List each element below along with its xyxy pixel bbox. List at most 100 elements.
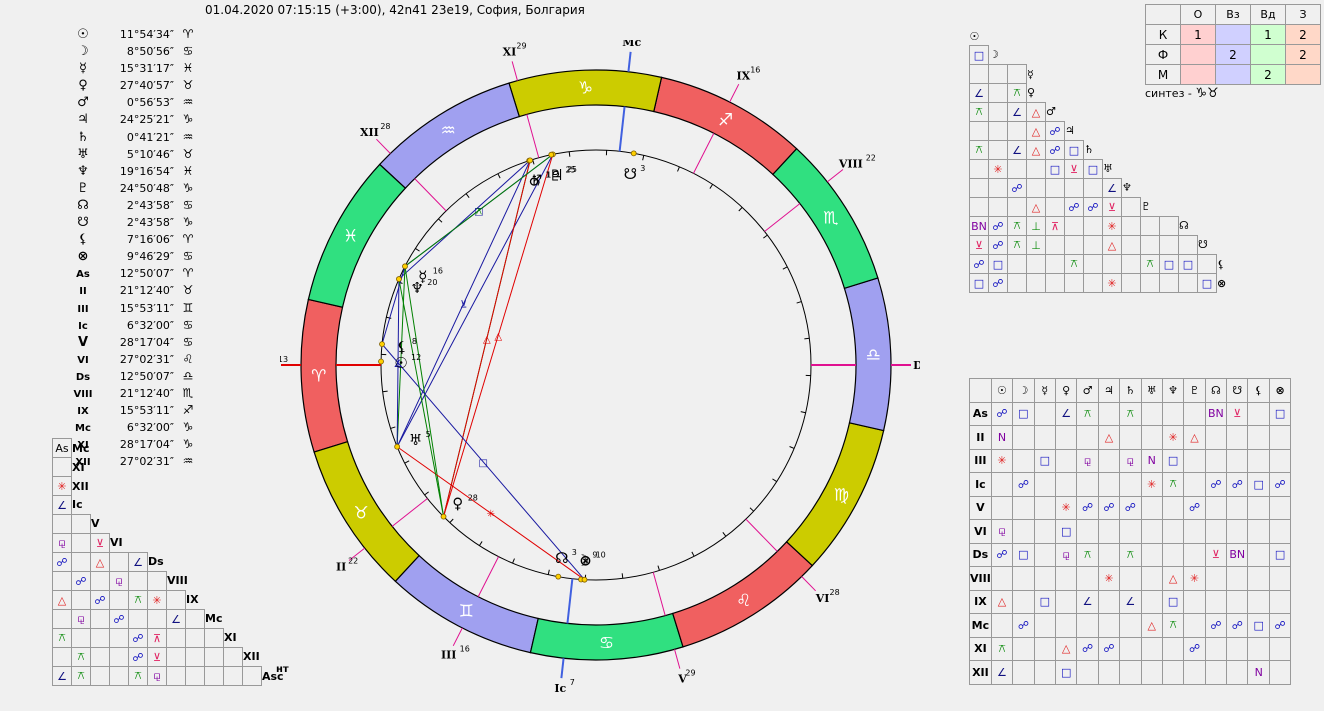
- planet-sign: ♓: [182, 61, 194, 76]
- planet-glyph: IX: [77, 406, 89, 418]
- summary-cell: [1250, 44, 1286, 65]
- planet-sign: ♑: [182, 215, 194, 230]
- grid-cell: [1076, 660, 1099, 685]
- aspect-cell: ⚻: [969, 102, 989, 122]
- cusp-line-inner: [692, 133, 715, 174]
- aspect-cell: [90, 666, 110, 686]
- aspect-cell: ☍: [1083, 197, 1103, 217]
- grid-cell: [1119, 613, 1142, 638]
- aspect-cell: [166, 590, 186, 610]
- planet-degree: 12°50′07″: [119, 267, 174, 281]
- grid-cell: ⚼: [1054, 542, 1078, 567]
- cusp-label: Mc: [622, 40, 641, 49]
- aspect-row-label: Mc: [205, 612, 223, 626]
- aspect-cell: ⚻: [969, 140, 989, 160]
- aspect-cell: ∠: [52, 666, 72, 686]
- grid-cell: ☍: [1097, 495, 1121, 520]
- zodiac-sign-glyph: ♌: [736, 591, 751, 611]
- aspect-cell: [109, 666, 129, 686]
- aspect-cell: ☍: [128, 647, 148, 667]
- aspect-cell: [1140, 216, 1160, 236]
- degree-tick: [763, 234, 768, 239]
- aspect-row: □ ☍ ✳ □ ⊗: [969, 273, 1236, 293]
- planet-glyph: Ds: [75, 371, 91, 383]
- aspect-cell: [1026, 273, 1046, 293]
- aspect-cell: ☍: [1045, 121, 1065, 141]
- aspect-cell: ☍: [988, 273, 1008, 293]
- zodiac-sign-glyph: ♋: [599, 633, 614, 653]
- aspect-row-label: XI: [224, 631, 237, 645]
- grid-cell: ∠: [1076, 589, 1099, 614]
- aspect-cell: [109, 552, 129, 572]
- planet-position-row: VIII 21°12′40″ ♏: [72, 385, 198, 402]
- aspect-cell: [969, 197, 989, 217]
- grid-cell: [1119, 566, 1142, 591]
- grid-cell: ⚻: [1161, 613, 1185, 638]
- summary-cell: 2: [1250, 64, 1286, 85]
- aspect-cell: ⚻: [1140, 254, 1160, 274]
- planet-position-row: ♇ 24°50′48″ ♑: [72, 180, 198, 197]
- grid-row-header: II: [969, 425, 992, 450]
- cusp-line-outer: [452, 627, 463, 647]
- planet-degree-wheel: 20: [427, 278, 437, 287]
- aspect-cell: ⚼: [147, 666, 167, 686]
- planet-position-row: ♆ 19°16′54″ ♓: [72, 163, 198, 180]
- planet-glyph: Ic: [78, 320, 88, 332]
- planet-sign: ♏: [182, 385, 194, 400]
- aspect-cell: [71, 552, 91, 572]
- grid-cell: □: [1012, 401, 1035, 426]
- aspect-cell: [128, 571, 148, 591]
- aspect-cell: [1083, 273, 1103, 293]
- aspect-row: ⚼ ☍ ∠ Mc: [52, 609, 284, 629]
- planet-glyph: ☽: [77, 44, 89, 60]
- grid-row: VIII ✳ △ ✳: [969, 566, 1292, 591]
- grid-cell: [1097, 472, 1121, 497]
- aspect-cell: ⚻: [1007, 235, 1027, 255]
- aspect-row-label: ☋: [1198, 238, 1208, 252]
- planet-degree-wheel: 8: [412, 337, 417, 346]
- aspect-line-symbol: □: [479, 458, 488, 469]
- grid-cell: [1140, 636, 1163, 661]
- aspect-cell: ⚻: [71, 647, 91, 667]
- planet-marker: [440, 513, 447, 520]
- cusp-label: II: [336, 561, 346, 574]
- aspect-cell: [52, 457, 72, 477]
- aspect-cell: [90, 647, 110, 667]
- aspect-row-label: ♆: [1122, 181, 1132, 195]
- aspect-cell: [166, 666, 186, 686]
- aspect-cell: ✳: [1102, 216, 1122, 236]
- aspect-cell: △: [90, 552, 110, 572]
- planet-position-row: ☋ 2°43′58″ ♑: [72, 214, 198, 231]
- grid-row-header: Mc: [969, 613, 992, 638]
- aspect-cell: [1064, 216, 1084, 236]
- aspect-row-label: Ds: [148, 555, 164, 569]
- planet-position-row: ⚸ 7°16′06″ ♈: [72, 231, 198, 248]
- grid-cell: [1033, 425, 1056, 450]
- aspect-cell: ☍: [1045, 140, 1065, 160]
- grid-cell: [1183, 401, 1206, 426]
- grid-cell: [990, 566, 1014, 591]
- planet-position-row: ♅ 5°10′46″ ♉: [72, 146, 198, 163]
- planet-position-row: ⊗ 9°46′29″ ♋: [72, 248, 198, 265]
- aspect-row: ☍ ⚼ VIII: [52, 571, 284, 591]
- cusp-degree: 29: [685, 668, 695, 677]
- planet-glyph: ♀: [78, 78, 88, 94]
- aspect-row: □ ☽: [969, 45, 1236, 65]
- aspect-row: ⊻ ☍ ⚻ ⊥ △ ☋: [969, 235, 1236, 255]
- degree-tick: [800, 411, 806, 414]
- grid-col-header: ♄: [1119, 378, 1142, 403]
- grid-cell: [1097, 401, 1121, 426]
- aspect-row-label: ☉: [969, 29, 980, 43]
- planet-position-row: As 12°50′07″ ♈: [72, 265, 198, 282]
- aspect-cell: [1159, 235, 1179, 255]
- planet-position-row: III 15°53′11″ ♊: [72, 300, 198, 317]
- grid-cell: [1226, 495, 1249, 520]
- aspect-cell: ✳: [1102, 273, 1122, 293]
- aspect-cell: ⊥: [1026, 216, 1046, 236]
- aspect-cell: ⚼: [109, 571, 129, 591]
- aspect-cell: [1140, 235, 1160, 255]
- aspect-cell: [1026, 159, 1046, 179]
- grid-cell: □: [1161, 448, 1185, 473]
- degree-tick: [709, 184, 714, 189]
- planet-sign: ♋: [182, 44, 194, 59]
